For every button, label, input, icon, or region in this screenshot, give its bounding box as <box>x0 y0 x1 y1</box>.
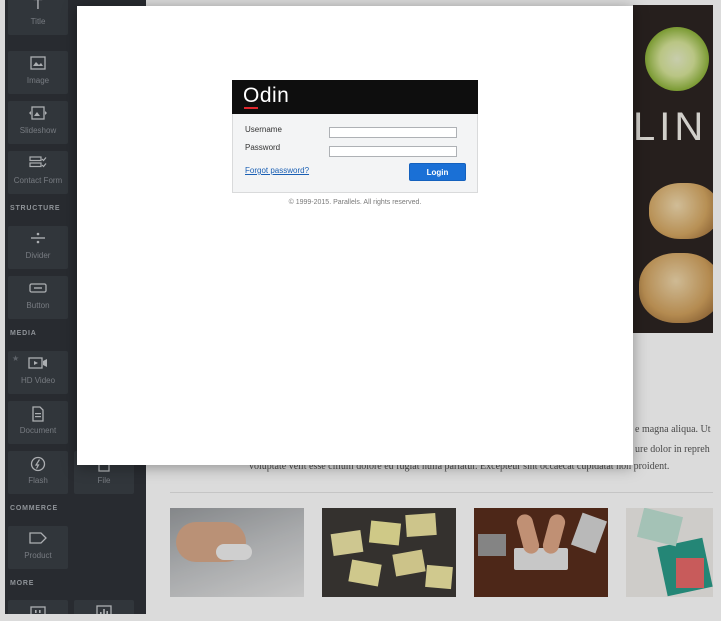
login-modal: Odin Username Password Forgot password? … <box>77 6 633 465</box>
forgot-password-link[interactable]: Forgot password? <box>245 166 309 175</box>
login-button[interactable]: Login <box>409 163 466 181</box>
password-field[interactable] <box>329 146 457 157</box>
login-panel: Odin Username Password Forgot password? … <box>232 80 478 193</box>
username-label: Username <box>245 125 282 134</box>
login-header: Odin <box>232 80 478 114</box>
password-label: Password <box>245 143 281 152</box>
logo-accent <box>244 107 258 109</box>
login-form: Username Password Forgot password? Login <box>232 114 478 193</box>
username-field[interactable] <box>329 127 457 138</box>
odin-logo: Odin <box>243 84 290 107</box>
copyright-text: © 1999-2015. Parallels. All rights reser… <box>288 199 422 206</box>
